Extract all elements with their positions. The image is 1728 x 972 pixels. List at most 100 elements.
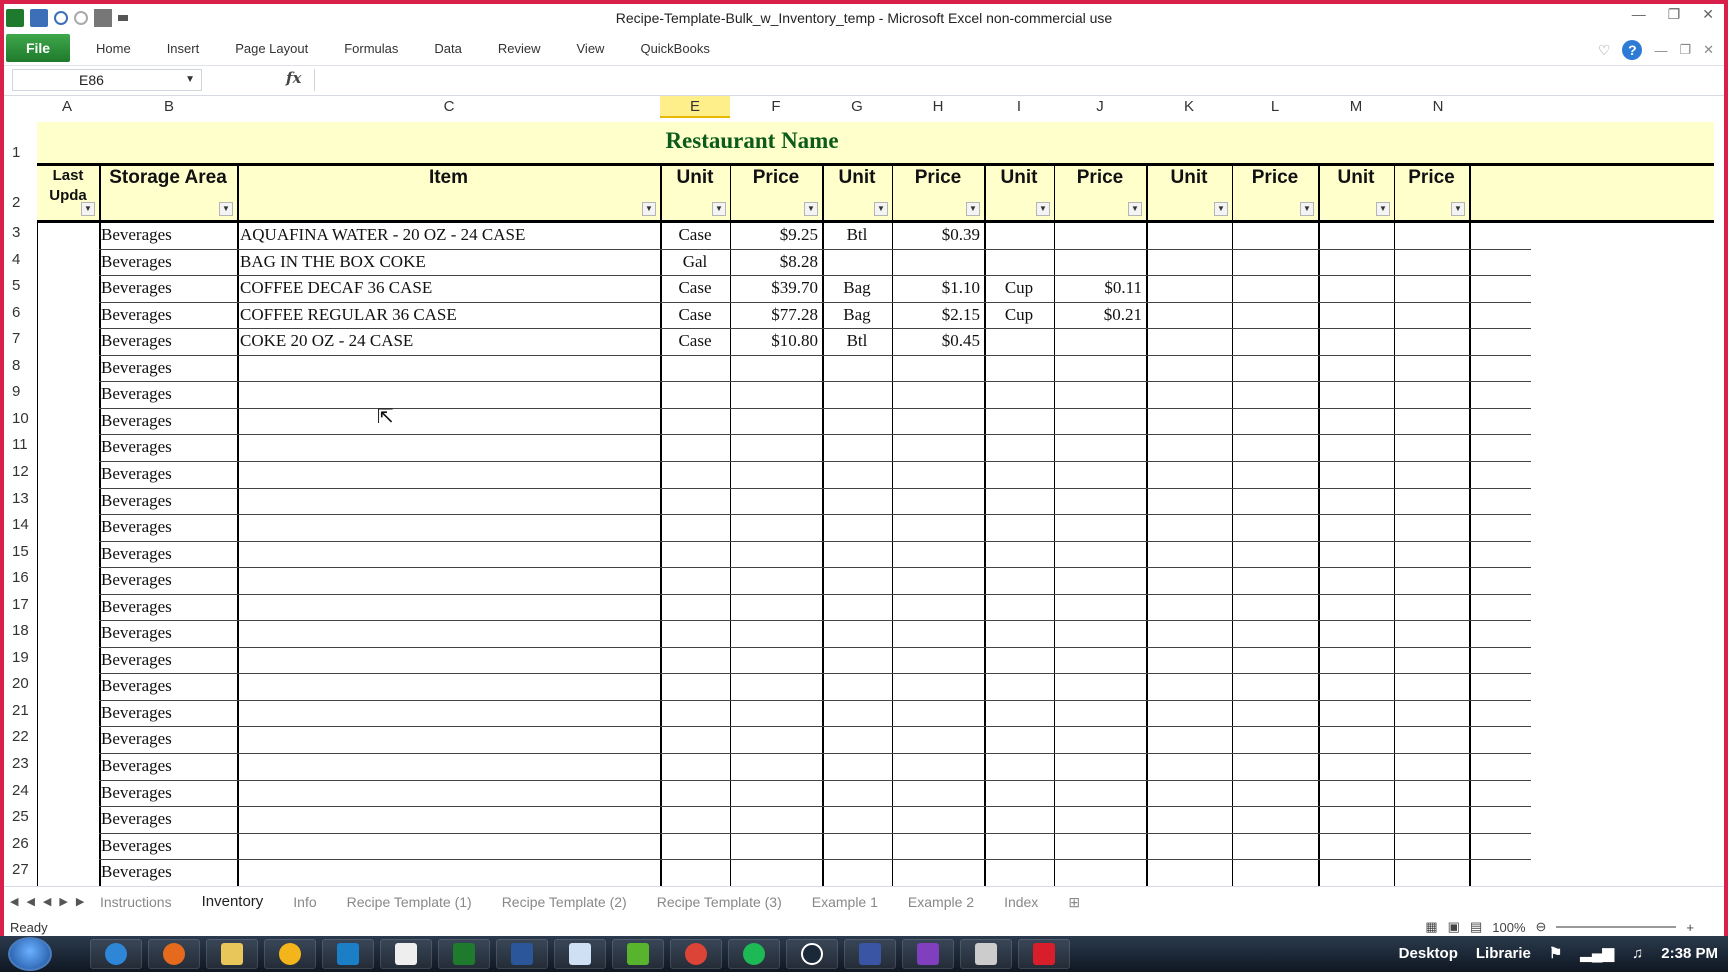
cell-area[interactable]: Beverages (101, 435, 237, 459)
clock[interactable]: 2:38 PM (1661, 945, 1718, 962)
sheet-tab-recipe-template-2[interactable]: Recipe Template (2) (502, 891, 627, 913)
row-header[interactable]: 14 (4, 516, 36, 533)
explorer-icon[interactable] (206, 939, 258, 969)
start-button[interactable] (8, 937, 52, 971)
row-header[interactable]: 7 (4, 330, 36, 347)
cell-area[interactable]: Beverages (101, 834, 237, 858)
cell-p1[interactable]: $77.28 (730, 303, 822, 327)
zoom-level[interactable]: 100% (1492, 920, 1525, 935)
camera-icon[interactable] (960, 939, 1012, 969)
normal-view-icon[interactable]: ▦ (1425, 919, 1437, 935)
row-header[interactable]: 13 (4, 490, 36, 507)
sheet-tab-recipe-template-1[interactable]: Recipe Template (1) (347, 891, 472, 913)
cell-area[interactable]: Beverages (101, 621, 237, 645)
steam-icon[interactable] (786, 939, 838, 969)
cell-item[interactable]: COFFEE REGULAR 36 CASE (240, 303, 658, 327)
filter-dropdown-icon[interactable]: ▼ (219, 202, 233, 216)
last-update-header[interactable]: Last Upda (37, 166, 99, 206)
filter-dropdown-icon[interactable]: ▼ (712, 202, 726, 216)
firefox-icon[interactable] (148, 939, 200, 969)
tab-home[interactable]: Home (96, 41, 131, 56)
zoom-in-icon[interactable]: + (1686, 920, 1694, 935)
cell-u2[interactable]: Bag (822, 276, 892, 300)
cell-area[interactable]: Beverages (101, 329, 237, 353)
help-icon[interactable]: ? (1622, 40, 1643, 60)
filter-dropdown-icon[interactable]: ▼ (81, 202, 95, 216)
ribbon-minimize-icon[interactable]: — (1654, 43, 1667, 58)
row-header[interactable]: 8 (4, 357, 36, 374)
notes-icon[interactable] (554, 939, 606, 969)
cell-u1[interactable]: Gal (660, 250, 730, 274)
name-box[interactable]: E86 ▼ (12, 69, 202, 91)
file-tab[interactable]: File (6, 34, 70, 62)
tab-insert[interactable]: Insert (167, 41, 200, 56)
cell-area[interactable]: Beverages (101, 303, 237, 327)
column-header-e[interactable]: E (660, 96, 730, 118)
cell-area[interactable]: Beverages (101, 515, 237, 539)
sheet-tab-inventory[interactable]: Inventory (202, 891, 264, 913)
column-header-l[interactable]: L (1232, 96, 1318, 118)
row-header[interactable]: 3 (4, 224, 36, 241)
cell-u2[interactable]: Bag (822, 303, 892, 327)
cell-u3[interactable]: Cup (984, 303, 1054, 327)
cell-u3[interactable]: Cup (984, 276, 1054, 300)
cell-p2[interactable]: $0.45 (892, 329, 984, 353)
column-header-i[interactable]: I (984, 96, 1054, 118)
formula-input[interactable] (314, 69, 1704, 91)
row-header[interactable]: 6 (4, 304, 36, 321)
filter-dropdown-icon[interactable]: ▼ (1036, 202, 1050, 216)
cell-item[interactable]: BAG IN THE BOX COKE (240, 250, 658, 274)
column-header-b[interactable]: B (99, 96, 239, 118)
cell-area[interactable]: Beverages (101, 223, 237, 247)
cell-p2[interactable]: $0.39 (892, 223, 984, 247)
cell-area[interactable]: Beverages (101, 754, 237, 778)
cell-p1[interactable]: $9.25 (730, 223, 822, 247)
row-header[interactable]: 5 (4, 277, 36, 294)
ribbon-close-icon[interactable]: ✕ (1703, 42, 1714, 58)
row-header[interactable]: 17 (4, 596, 36, 613)
sheet-tab-example-1[interactable]: Example 1 (812, 891, 878, 913)
storage-area-header[interactable]: Storage Area (99, 166, 237, 190)
ribbon-restore-icon[interactable]: ❐ (1679, 42, 1691, 58)
filter-dropdown-icon[interactable]: ▼ (804, 202, 818, 216)
cell-u1[interactable]: Case (660, 329, 730, 353)
cell-area[interactable]: Beverages (101, 727, 237, 751)
filter-dropdown-icon[interactable]: ▼ (1214, 202, 1228, 216)
close-icon[interactable]: ✕ (1702, 6, 1714, 23)
zoom-slider[interactable] (1556, 926, 1677, 928)
cell-p2[interactable]: $2.15 (892, 303, 984, 327)
unit-header[interactable]: Unit (984, 166, 1054, 190)
row-header[interactable]: 24 (4, 782, 36, 799)
page-layout-view-icon[interactable]: ▣ (1448, 919, 1460, 935)
cell-area[interactable]: Beverages (101, 595, 237, 619)
cell-p3[interactable]: $0.21 (1054, 303, 1146, 327)
row-header[interactable]: 1 (4, 144, 36, 161)
cell-area[interactable]: Beverages (101, 860, 237, 884)
cell-area[interactable]: Beverages (101, 382, 237, 406)
row-header[interactable]: 16 (4, 569, 36, 586)
pse-icon[interactable] (322, 939, 374, 969)
cell-area[interactable]: Beverages (101, 674, 237, 698)
unit-header[interactable]: Unit (660, 166, 730, 190)
cell-item[interactable]: AQUAFINA WATER - 20 OZ - 24 CASE (240, 223, 658, 247)
cell-p1[interactable]: $39.70 (730, 276, 822, 300)
row-header[interactable]: 22 (4, 728, 36, 745)
row-header[interactable]: 21 (4, 702, 36, 719)
row-header[interactable]: 20 (4, 675, 36, 692)
pdf-icon[interactable] (1018, 939, 1070, 969)
visio-icon[interactable] (844, 939, 896, 969)
column-header-m[interactable]: M (1318, 96, 1394, 118)
cell-area[interactable]: Beverages (101, 542, 237, 566)
cell-p2[interactable]: $1.10 (892, 276, 984, 300)
column-header-c[interactable]: C (239, 96, 659, 118)
cell-p1[interactable]: $10.80 (730, 329, 822, 353)
row-header[interactable]: 9 (4, 383, 36, 400)
network-icon[interactable]: ▂▄▆ (1580, 944, 1614, 962)
filter-dropdown-icon[interactable]: ▼ (1300, 202, 1314, 216)
cell-u2[interactable]: Btl (822, 329, 892, 353)
spotify-icon[interactable] (728, 939, 780, 969)
libraries-toolbar[interactable]: Librarie (1476, 945, 1531, 962)
maps-icon[interactable] (612, 939, 664, 969)
item-header[interactable]: Item (237, 166, 660, 190)
row-header[interactable]: 10 (4, 410, 36, 427)
